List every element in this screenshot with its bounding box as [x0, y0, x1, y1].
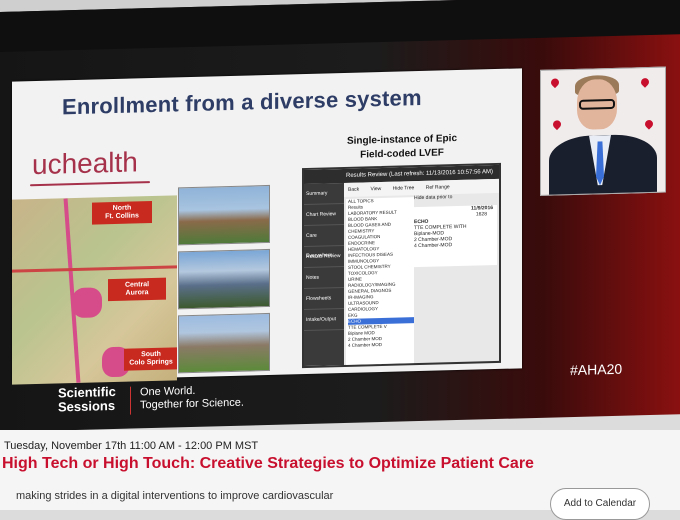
hospital-photo-south: [178, 312, 270, 374]
aha-heart-icon: [639, 76, 651, 88]
hashtag: #AHA20: [570, 360, 623, 379]
epic-results-tree: ALL TOPICS Results LABORATORY RESULT BLOOD…: [346, 197, 414, 365]
footer-tagline: One World. Together for Science.: [140, 384, 244, 412]
colorado-map: North Ft. Collins Central Aurora South Colo…: [12, 195, 177, 385]
aha-heart-icon: [643, 118, 655, 130]
logo-underline: [30, 181, 150, 187]
uchealth-logo: uchealth: [32, 146, 138, 181]
map-label-south: South Colo Springs: [124, 347, 177, 371]
session-time: Tuesday, November 17th 11:00 AM - 12:00 …: [4, 440, 259, 452]
epic-results-grid: 11/9/2016 1628 ECHO TTE COMPLETE WITH Bi…: [414, 204, 497, 268]
map-label-central: Central Aurora: [108, 277, 166, 302]
speaker-glasses: [579, 98, 615, 110]
presentation-slide: Enrollment from a diverse system uchealt…: [12, 68, 522, 385]
speaker-webcam: [540, 66, 666, 196]
scientific-sessions-logo: Scientific Sessions: [58, 383, 116, 415]
epic-sidebar: Summary Chart Review Care Everywhere Res…: [304, 182, 344, 367]
map-label-north: North Ft. Collins: [92, 201, 152, 225]
hospital-photo-central: [178, 248, 270, 310]
session-title[interactable]: High Tech or High Touch: Creative Strate…: [2, 455, 534, 473]
epic-hide-prior: Hide data prior to: [414, 194, 453, 202]
session-description: making strides in a digital intervention…: [16, 490, 334, 502]
hospital-photo-north: [178, 184, 270, 246]
aha-heart-icon: [551, 118, 563, 131]
slide-title: Enrollment from a diverse system: [62, 84, 422, 120]
add-to-calendar-button[interactable]: Add to Calendar: [550, 488, 650, 520]
footer-divider: [130, 386, 131, 415]
video-screen: Enrollment from a diverse system uchealt…: [0, 0, 680, 433]
epic-screenshot: Results Review (Last refresh: 11/13/2016…: [302, 162, 501, 369]
aha-heart-icon: [549, 76, 561, 89]
epic-caption: Single-instance of Epic Field-coded LVEF: [346, 133, 458, 161]
